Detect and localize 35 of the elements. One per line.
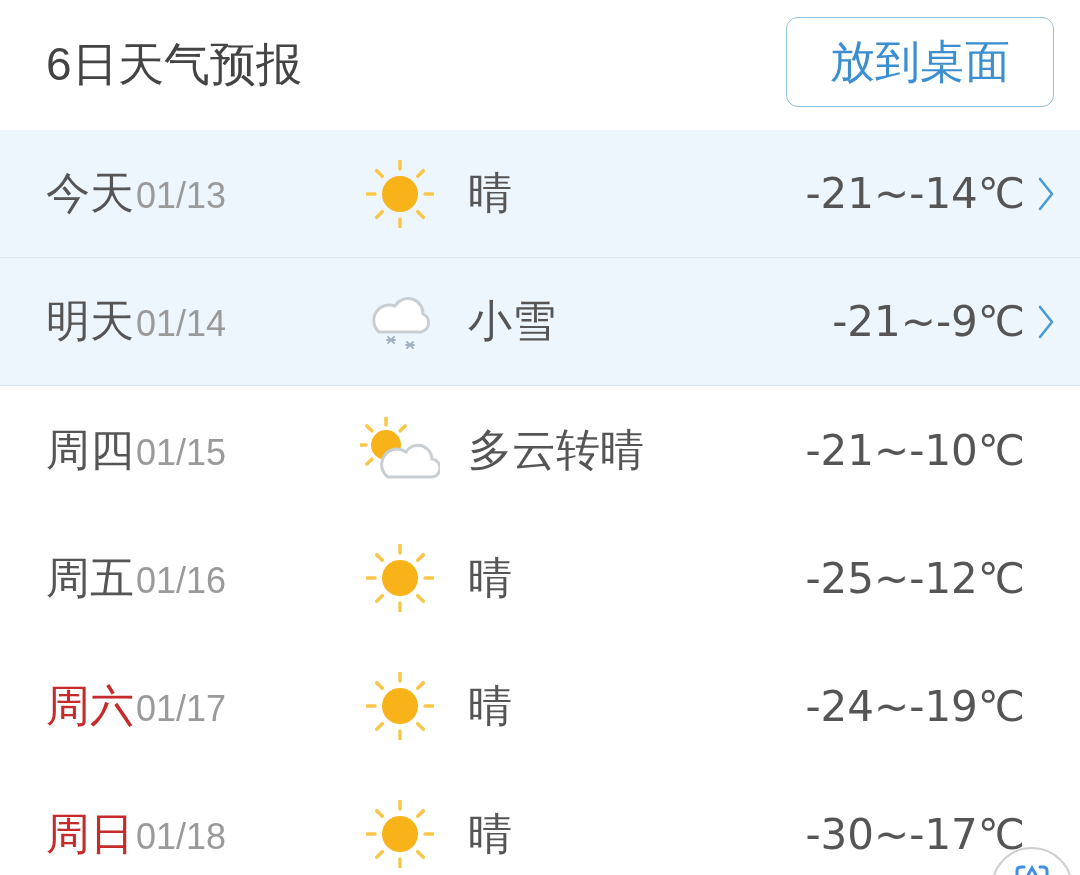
add-to-desktop-button[interactable]: 放到桌面 [786,17,1054,107]
temperature-range: -25~-12℃ [805,553,1025,603]
sun-icon [366,159,434,228]
sun-icon [366,800,434,868]
temperature-range: -21~-10℃ [805,425,1025,475]
highlighted-row[interactable]: 今天01/13 晴 -21~-14℃ [0,130,1080,258]
weather-condition: 晴 [468,551,512,604]
chevron-right-icon[interactable] [1038,304,1054,339]
date-label: 01/17 [136,687,227,730]
weather-condition: 多云转晴 [468,423,644,476]
sun-icon [366,672,434,740]
weather-condition: 晴 [468,807,512,860]
date-label: 01/13 [136,175,227,217]
day-label: 明天 [46,295,134,347]
day-label: 周日 [46,807,134,860]
temperature-range: -30~-17℃ [805,809,1025,859]
temperature-range: -21~-14℃ [805,169,1025,218]
weather-condition: 晴 [468,679,512,732]
scan-icon [1015,864,1049,875]
temperature-range: -24~-19℃ [805,681,1025,731]
date-label: 01/18 [136,815,227,858]
date-label: 01/16 [136,559,227,602]
day-label: 周六 [46,679,134,732]
sun-icon [366,544,434,612]
day-label: 周五 [46,551,134,604]
day-label: 周四 [46,423,134,476]
page-title: 6日天气预报 [46,37,302,92]
chevron-right-icon[interactable] [1038,176,1054,211]
date-label: 01/15 [136,431,227,474]
weather-condition: 晴 [468,167,512,219]
temperature-range: -21~-9℃ [832,297,1025,346]
highlighted-row[interactable]: 明天01/14 小雪 -21~-9℃ [0,258,1080,386]
date-label: 01/14 [136,303,227,345]
day-label: 今天 [46,167,134,219]
weather-condition: 小雪 [468,295,556,347]
